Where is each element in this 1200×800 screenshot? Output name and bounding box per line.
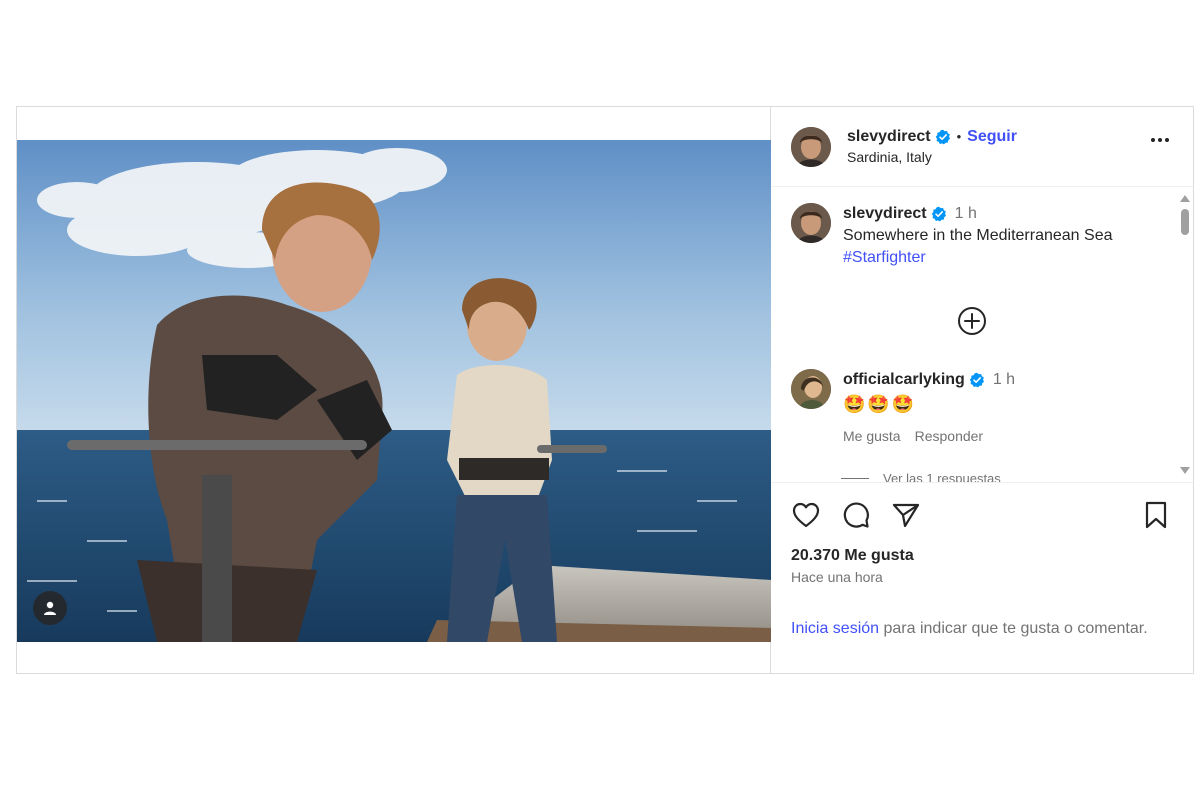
- view-replies-button[interactable]: Ver las 1 respuestas: [841, 471, 1001, 483]
- comment-like-button[interactable]: Me gusta: [843, 425, 901, 447]
- post-actions: [771, 483, 1193, 547]
- view-replies-label: Ver las 1 respuestas: [883, 471, 1001, 483]
- verified-badge-icon: [931, 206, 947, 222]
- instagram-post-embed: slevydirect • Seguir Sardinia, Italy sle…: [16, 106, 1194, 674]
- comment-text: 🤩🤩🤩: [843, 394, 917, 414]
- login-link[interactable]: Inicia sesión: [791, 620, 879, 637]
- scroll-thumb[interactable]: [1181, 209, 1189, 235]
- caption-username[interactable]: slevydirect: [843, 203, 927, 225]
- post-time: Hace una hora: [791, 569, 883, 585]
- post-sidebar: slevydirect • Seguir Sardinia, Italy sle…: [771, 107, 1193, 673]
- bookmark-icon[interactable]: [1141, 500, 1171, 530]
- comment-reply-button[interactable]: Responder: [915, 425, 984, 447]
- verified-badge-icon: [935, 129, 951, 145]
- user-icon: [44, 601, 56, 615]
- post-username[interactable]: slevydirect: [847, 127, 931, 147]
- comment-time: 1 h: [992, 371, 1016, 388]
- post-location[interactable]: Sardinia, Italy: [847, 149, 1017, 167]
- post-photo[interactable]: [17, 140, 771, 642]
- avatar[interactable]: [791, 369, 831, 409]
- caption-hashtag[interactable]: #Starfighter: [843, 247, 1113, 269]
- comment-item: officialcarlyking 1 h 🤩🤩🤩 Me gusta Respo…: [791, 369, 1169, 447]
- avatar[interactable]: [791, 203, 831, 243]
- share-icon[interactable]: [891, 500, 921, 530]
- scroll-down-arrow-icon[interactable]: [1180, 467, 1190, 474]
- comment-username[interactable]: officialcarlyking: [843, 369, 965, 391]
- load-more-comments-button[interactable]: [956, 305, 988, 337]
- login-prompt: Inicia sesión para indicar que te gusta …: [791, 617, 1153, 640]
- comments-panel: slevydirect 1 h Somewhere in the Mediter…: [771, 187, 1193, 483]
- tagged-users-button[interactable]: [33, 591, 67, 625]
- heart-icon[interactable]: [791, 500, 821, 530]
- more-horizontal-icon[interactable]: [1151, 138, 1169, 142]
- login-prompt-text: para indicar que te gusta o comentar.: [879, 620, 1148, 637]
- plus-circle-icon: [958, 307, 986, 335]
- verified-badge-icon: [969, 372, 985, 388]
- likes-count[interactable]: 20.370 Me gusta: [771, 547, 1193, 565]
- avatar[interactable]: [791, 126, 831, 167]
- scroll-up-arrow-icon[interactable]: [1180, 195, 1190, 202]
- caption: slevydirect 1 h Somewhere in the Mediter…: [791, 203, 1169, 269]
- separator-dot: •: [956, 128, 962, 144]
- post-media: [17, 107, 771, 673]
- caption-text: Somewhere in the Mediterranean Sea: [843, 227, 1113, 244]
- replies-divider: [841, 478, 869, 479]
- caption-time: 1 h: [954, 205, 977, 222]
- comments-scrollbar[interactable]: [1175, 187, 1193, 482]
- follow-button[interactable]: Seguir: [967, 127, 1017, 147]
- post-header: slevydirect • Seguir Sardinia, Italy: [771, 107, 1193, 187]
- comment-icon[interactable]: [841, 500, 871, 530]
